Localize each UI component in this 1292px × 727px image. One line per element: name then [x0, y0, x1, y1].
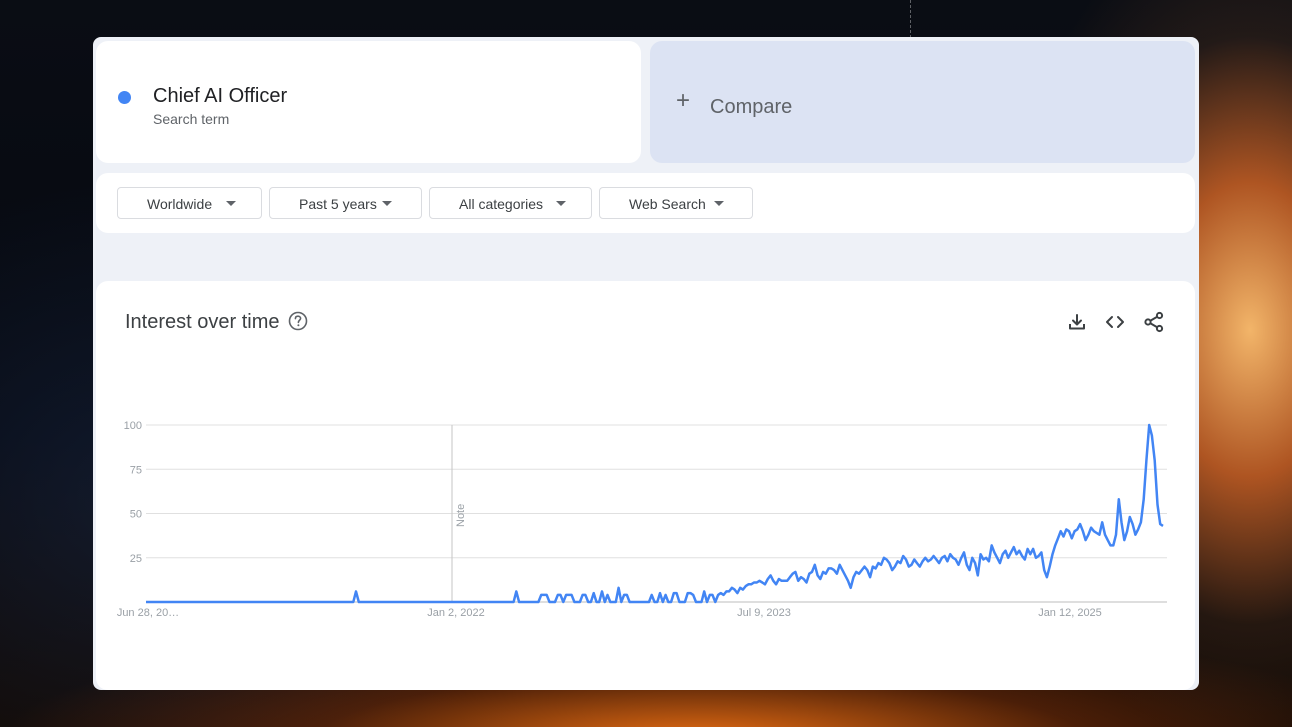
interest-over-time-card: Interest over time 25 50 75 100 Jun 28, 20… J…: [96, 281, 1195, 690]
filter-bar: Worldwide Past 5 years All categories We…: [96, 173, 1195, 233]
search-term-card[interactable]: Chief AI Officer Search term: [96, 41, 641, 163]
y-tick-label: 75: [130, 464, 142, 476]
search-type-dropdown-label: Web Search: [629, 196, 706, 212]
plus-icon: +: [676, 87, 691, 114]
chevron-down-icon: [714, 201, 724, 206]
chevron-down-icon: [226, 201, 236, 206]
search-type-dropdown[interactable]: Web Search: [599, 187, 753, 219]
search-term-subtitle: Search term: [153, 111, 230, 127]
x-tick-label: Jan 12, 2025: [1038, 607, 1102, 619]
chevron-down-icon: [382, 201, 392, 206]
series-color-dot: [118, 91, 131, 104]
y-tick-label: 50: [130, 509, 142, 521]
x-tick-label: Jul 9, 2023: [737, 607, 791, 619]
y-tick-label: 25: [130, 553, 142, 565]
interest-line-chart: 25 50 75 100 Jun 28, 20… Jan 2, 2022 Jul 9, 20…: [117, 420, 1167, 619]
search-term-name[interactable]: Chief AI Officer: [153, 85, 287, 108]
chevron-down-icon: [556, 201, 566, 206]
x-tick-label: Jun 28, 20…: [117, 607, 179, 619]
note-label: Note: [455, 504, 467, 527]
region-dropdown[interactable]: Worldwide: [117, 187, 262, 219]
time-range-dropdown[interactable]: Past 5 years: [269, 187, 422, 219]
region-dropdown-label: Worldwide: [147, 196, 213, 212]
category-dropdown-label: All categories: [459, 196, 544, 212]
time-range-dropdown-label: Past 5 years: [299, 196, 377, 212]
x-tick-label: Jan 2, 2022: [427, 607, 485, 619]
compare-button[interactable]: + Compare: [650, 41, 1195, 163]
trends-panel: Chief AI Officer Search term + Compare W…: [93, 37, 1199, 690]
background-line: [910, 0, 911, 38]
y-tick-label: 100: [124, 420, 142, 432]
category-dropdown[interactable]: All categories: [429, 187, 592, 219]
compare-label: Compare: [710, 96, 793, 118]
